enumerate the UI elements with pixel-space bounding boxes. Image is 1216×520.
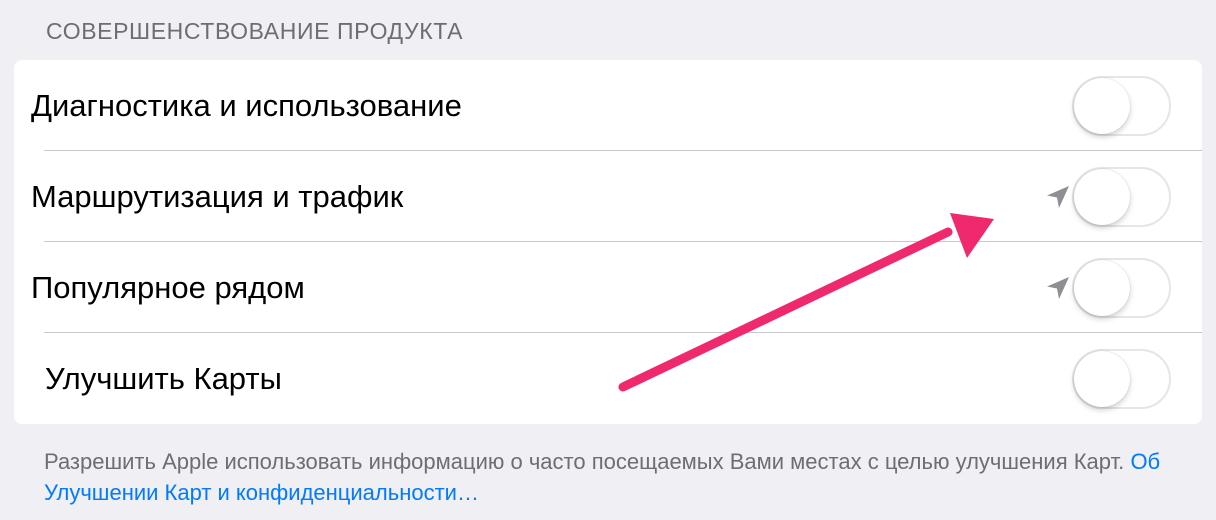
- popular-nearby-toggle[interactable]: [1072, 257, 1171, 318]
- footer-text: Разрешить Apple использовать информацию …: [44, 449, 1125, 474]
- settings-group: Диагностика и использование Маршрутизаци…: [14, 60, 1202, 424]
- row-routing-traffic[interactable]: Маршрутизация и трафик: [14, 151, 1202, 242]
- row-label: Маршрутизация и трафик: [31, 178, 404, 214]
- toggle-knob: [1074, 259, 1130, 316]
- row-diagnostics[interactable]: Диагностика и использование: [14, 60, 1202, 151]
- improve-maps-toggle[interactable]: [1072, 348, 1171, 409]
- toggle-knob: [1074, 77, 1130, 134]
- row-improve-maps[interactable]: Улучшить Карты: [14, 333, 1202, 424]
- toggle-knob: [1074, 350, 1130, 407]
- diagnostics-toggle[interactable]: [1072, 75, 1171, 136]
- footer-note: Разрешить Apple использовать информацию …: [44, 446, 1194, 508]
- section-header: СОВЕРШЕНСТВОВАНИЕ ПРОДУКТА: [46, 18, 464, 44]
- row-label: Популярное рядом: [31, 269, 305, 305]
- row-label: Диагностика и использование: [31, 87, 462, 123]
- row-popular-nearby[interactable]: Популярное рядом: [14, 242, 1202, 333]
- settings-page: СОВЕРШЕНСТВОВАНИЕ ПРОДУКТА Диагностика и…: [0, 0, 1216, 520]
- routing-traffic-toggle[interactable]: [1072, 166, 1171, 227]
- location-arrow-icon: [1047, 185, 1069, 208]
- toggle-knob: [1074, 168, 1130, 225]
- location-arrow-icon: [1047, 276, 1069, 299]
- row-label: Улучшить Карты: [45, 360, 282, 396]
